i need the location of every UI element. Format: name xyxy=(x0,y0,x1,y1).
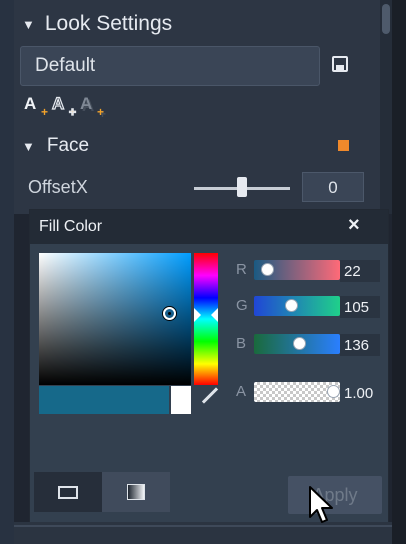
saturation-value-picker[interactable] xyxy=(39,253,191,385)
solid-fill-mode-button[interactable] xyxy=(34,472,102,512)
right-panel-strip xyxy=(392,0,406,544)
save-preset-icon[interactable] xyxy=(332,56,348,72)
fill-color-title-bar: Fill Color × xyxy=(30,210,388,244)
offsetx-row: OffsetX 0 xyxy=(28,172,368,204)
look-settings-panel: ▼ Look Settings Default A + A + A + ▼ Face … xyxy=(14,0,392,214)
face-label: Face xyxy=(46,135,90,156)
red-channel-slider[interactable] xyxy=(254,260,340,280)
collapse-triangle-icon[interactable]: ▼ xyxy=(22,17,35,32)
alpha-channel-knob[interactable] xyxy=(327,385,340,398)
solid-fill-icon xyxy=(58,486,78,499)
fill-color-dialog: Fill Color × R 22 G 105 B 136 A 1.00 App… xyxy=(30,210,388,522)
green-channel-label: G xyxy=(236,297,248,314)
green-channel-knob[interactable] xyxy=(285,299,298,312)
green-channel-row: G 105 xyxy=(236,296,384,318)
blue-channel-knob[interactable] xyxy=(293,337,306,350)
face-collapse-triangle-icon[interactable]: ▼ xyxy=(22,139,35,154)
bottom-divider xyxy=(14,525,392,527)
offsetx-slider-thumb[interactable] xyxy=(237,177,247,197)
blue-channel-row: B 136 xyxy=(236,334,384,356)
eyedropper-icon[interactable] xyxy=(201,387,219,404)
red-channel-label: R xyxy=(236,261,247,278)
panel-scrollbar-thumb[interactable] xyxy=(382,4,390,34)
panel-scrollbar[interactable] xyxy=(380,0,392,214)
blue-channel-label: B xyxy=(236,335,247,352)
blue-channel-slider[interactable] xyxy=(254,334,340,354)
alpha-channel-label: A xyxy=(236,383,247,400)
alpha-channel-value[interactable]: 1.00 xyxy=(340,382,380,404)
add-border-icon[interactable]: A + xyxy=(51,93,76,119)
alpha-channel-slider[interactable] xyxy=(254,382,340,402)
blue-channel-value[interactable]: 136 xyxy=(340,334,380,356)
face-section-header[interactable]: ▼ Face xyxy=(22,135,352,157)
hue-slider-marker[interactable] xyxy=(194,308,218,322)
left-panel-strip xyxy=(0,0,14,544)
green-channel-value[interactable]: 105 xyxy=(340,296,380,318)
gradient-fill-icon xyxy=(127,484,145,500)
red-channel-knob[interactable] xyxy=(261,263,274,276)
green-channel-slider[interactable] xyxy=(254,296,340,316)
look-settings-title: Look Settings xyxy=(44,12,173,35)
fill-color-title: Fill Color xyxy=(39,218,103,235)
offsetx-value-field[interactable]: 0 xyxy=(302,172,364,202)
face-color-swatch[interactable] xyxy=(338,140,349,151)
previous-color-swatch[interactable] xyxy=(171,386,191,414)
color-picker-cursor[interactable] xyxy=(163,307,176,320)
red-channel-value[interactable]: 22 xyxy=(340,260,380,282)
close-icon[interactable]: × xyxy=(348,214,360,237)
text-style-icons: A + A + A + xyxy=(24,93,104,119)
new-color-swatch xyxy=(39,386,169,414)
add-face-icon[interactable]: A + xyxy=(24,94,48,119)
offsetx-label: OffsetX xyxy=(28,177,88,197)
alpha-channel-row: A 1.00 xyxy=(236,382,384,404)
red-channel-row: R 22 xyxy=(236,260,384,282)
look-settings-header[interactable]: ▼ Look Settings xyxy=(22,12,172,36)
gradient-fill-mode-button[interactable] xyxy=(102,472,170,512)
add-shadow-icon[interactable]: A + xyxy=(80,94,104,119)
preset-dropdown[interactable]: Default xyxy=(20,46,320,86)
